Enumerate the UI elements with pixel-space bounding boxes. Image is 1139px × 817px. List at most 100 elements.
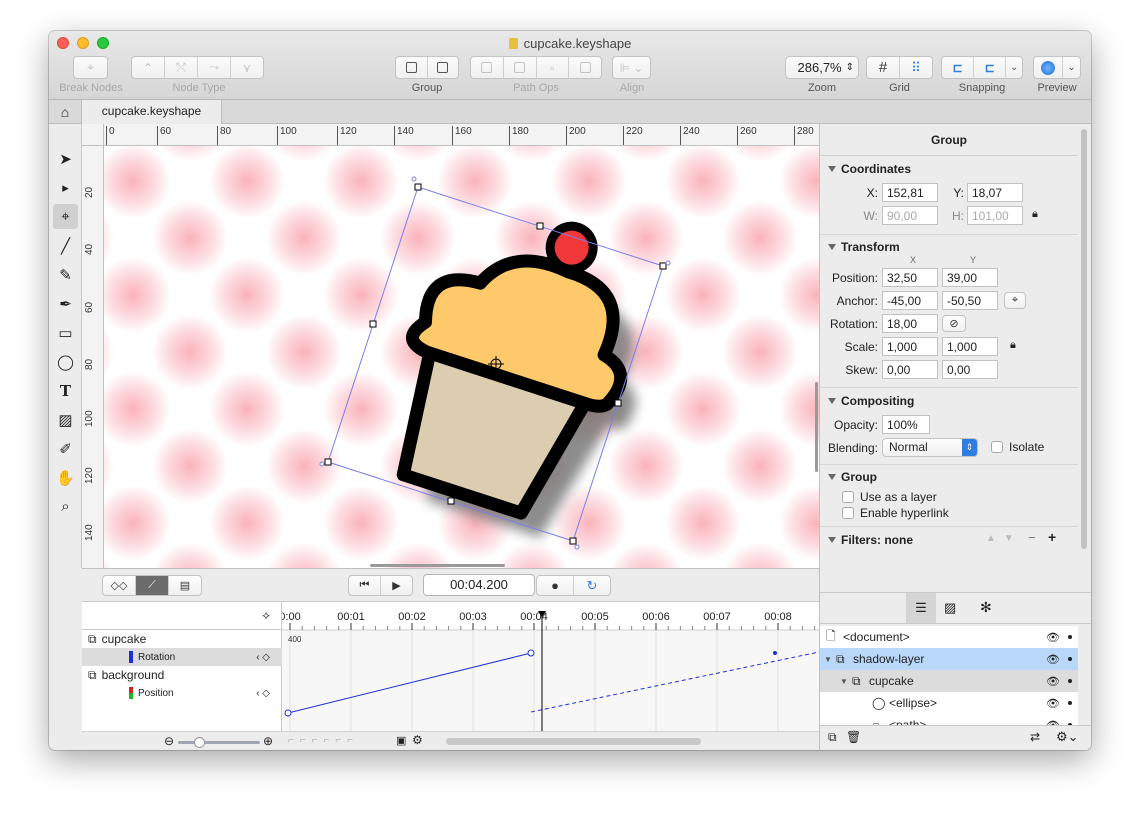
grid-icon[interactable]: #: [867, 57, 899, 78]
easing-mode-icon[interactable]: ▤: [168, 576, 201, 595]
rewind-icon[interactable]: ⏮: [349, 576, 380, 595]
pencil-tool-icon[interactable]: ✎: [53, 262, 78, 287]
position-y-field[interactable]: 39,00: [942, 268, 998, 287]
filter-order-icons[interactable]: ▲▼: [986, 533, 1022, 544]
skew-y-field[interactable]: 0,00: [942, 360, 998, 379]
checkbox-box[interactable]: [842, 507, 854, 519]
current-time-field[interactable]: 00:04.200: [423, 574, 535, 596]
rectangle-tool-icon[interactable]: ▭: [53, 320, 78, 345]
timeline-zoom-slider[interactable]: [178, 741, 260, 744]
visibility-eye-icon[interactable]: 👁︎: [1046, 697, 1060, 710]
lock-dot-icon[interactable]: [1068, 679, 1072, 683]
exclude-icon[interactable]: [568, 57, 601, 78]
ellipse-tool-icon[interactable]: ◯: [53, 349, 78, 374]
enable-hyperlink-checkbox[interactable]: Enable hyperlink: [842, 506, 949, 520]
keyframes-mode-icon[interactable]: ◇◇: [103, 576, 135, 595]
checkbox-box[interactable]: [991, 441, 1003, 453]
snapping-buttons[interactable]: ⊏ ⊏ ⌄: [941, 56, 1023, 79]
lock-dot-icon[interactable]: [1068, 657, 1072, 661]
select-tool-icon[interactable]: ➤: [53, 146, 78, 171]
group-buttons[interactable]: [395, 56, 459, 79]
node-select-tool-icon[interactable]: ▸: [53, 175, 78, 200]
timeline-scrollbar[interactable]: [446, 738, 701, 745]
layer-row[interactable]: ◯ <ellipse> 👁︎: [820, 692, 1078, 714]
zoom-out-icon[interactable]: ⊖: [164, 734, 174, 748]
isolate-checkbox[interactable]: Isolate: [991, 440, 1044, 454]
center-anchor-button[interactable]: ⌖: [1004, 292, 1026, 309]
inspector-scrollbar[interactable]: [1081, 129, 1087, 549]
visibility-eye-icon[interactable]: 👁︎: [1046, 653, 1060, 666]
subtract-icon[interactable]: [502, 57, 536, 78]
anchor-tool-icon[interactable]: ⌖: [53, 204, 78, 229]
break-nodes-button[interactable]: ⌖: [73, 56, 108, 79]
eyedropper-tool-icon[interactable]: ✐: [53, 436, 78, 461]
swap-icon[interactable]: ⇄: [1030, 730, 1040, 744]
x-field[interactable]: 152,81: [882, 183, 938, 202]
grid-buttons[interactable]: # ⠿: [866, 56, 933, 79]
home-tab[interactable]: ⌂: [49, 100, 82, 123]
y-field[interactable]: 18,07: [967, 183, 1023, 202]
play-icon[interactable]: ▶: [380, 576, 412, 595]
rotation-curve[interactable]: [287, 652, 532, 714]
anchor-x-field[interactable]: -45,00: [882, 291, 938, 310]
disclosure-triangle-icon[interactable]: ▼: [824, 655, 832, 664]
record-icon[interactable]: ●: [537, 576, 573, 595]
zoom-field[interactable]: 286,7% ⇕: [785, 56, 859, 79]
pen-tool-icon[interactable]: ✒: [53, 291, 78, 316]
preview-menu-icon[interactable]: ⌄: [1062, 57, 1080, 78]
playback-buttons[interactable]: ⏮ ▶: [348, 575, 413, 596]
add-keyframe-icon[interactable]: ⟡: [82, 602, 282, 630]
timeline-zoom-knob[interactable]: [194, 737, 205, 748]
w-field[interactable]: 90,00: [882, 206, 938, 225]
assets-icon[interactable]: ▨: [944, 600, 956, 616]
checkbox-box[interactable]: [842, 491, 854, 503]
vertical-scrollbar[interactable]: [815, 382, 818, 472]
snap-to-objects-icon[interactable]: ⊏: [973, 57, 1005, 78]
layer-row[interactable]: ▼ ⧉ shadow-layer 👁︎: [820, 648, 1078, 670]
settings-gear-icon[interactable]: ⚙⌄: [1056, 729, 1079, 745]
lock-dot-icon[interactable]: [1068, 701, 1072, 705]
lock-dot-icon[interactable]: [1068, 635, 1072, 639]
h-field[interactable]: 101,00: [967, 206, 1023, 225]
timeline-graph[interactable]: 0:00 00:01 00:02 00:03 00:04 00:05 00:06 00:07 0…: [282, 602, 819, 731]
keyframe-handle[interactable]: [284, 709, 292, 717]
zoom-stepper-icon[interactable]: ⇕: [846, 62, 854, 73]
zoom-tool-icon[interactable]: ⌕: [53, 494, 78, 519]
node-mirrored-icon[interactable]: ⤲: [164, 57, 197, 78]
group-icon[interactable]: [396, 57, 427, 78]
anchor-y-field[interactable]: -50,50: [942, 291, 998, 310]
disclosure-triangle-icon[interactable]: ▼: [840, 677, 848, 686]
image-tool-icon[interactable]: ▨: [53, 407, 78, 432]
easing-preset-icons[interactable]: ⌐⌐⌐⌐⌐⌐: [288, 735, 359, 746]
timeline-mode-buttons[interactable]: ◇◇ ⟋ ▤: [102, 575, 202, 596]
use-as-layer-checkbox[interactable]: Use as a layer: [842, 490, 937, 504]
text-tool-icon[interactable]: T: [53, 378, 78, 403]
line-tool-icon[interactable]: ╱: [53, 233, 78, 258]
scale-lock-icon[interactable]: 🔒︎: [1010, 339, 1016, 352]
visibility-eye-icon[interactable]: 👁︎: [1046, 675, 1060, 688]
loop-icon[interactable]: ↻: [573, 576, 610, 595]
easing-curve-icon[interactable]: ▣: [396, 734, 406, 747]
path-ops-buttons[interactable]: ▫: [470, 56, 602, 79]
intersect-icon[interactable]: ▫: [535, 57, 569, 78]
symbols-icon[interactable]: ✻: [980, 599, 992, 616]
node-type-buttons[interactable]: ⌃ ⤲ ⤳ ⋎: [131, 56, 264, 79]
artboard[interactable]: [104, 146, 819, 568]
union-icon[interactable]: [471, 57, 503, 78]
zoom-in-icon[interactable]: ⊕: [263, 734, 273, 748]
remove-filter-icon[interactable]: −: [1028, 530, 1036, 545]
skew-x-field[interactable]: 0,00: [882, 360, 938, 379]
track-background[interactable]: ⧉ background: [82, 666, 282, 684]
align-menu[interactable]: ⊫ ⌄: [612, 56, 651, 79]
opacity-field[interactable]: 100%: [882, 415, 930, 434]
keyframe-nav-icon[interactable]: ‹ ◇: [256, 652, 270, 663]
keyframe-nav-icon[interactable]: ‹ ◇: [256, 688, 270, 699]
new-layer-icon[interactable]: ⧉: [828, 730, 837, 745]
record-loop-buttons[interactable]: ● ↻: [536, 575, 611, 596]
snap-to-grid-icon[interactable]: ⊏: [942, 57, 973, 78]
track-cupcake[interactable]: ⧉ cupcake: [82, 630, 282, 648]
filters-section[interactable]: Filters: none: [828, 533, 913, 547]
scale-x-field[interactable]: 1,000: [882, 337, 938, 356]
layers-list-icon[interactable]: ☰: [906, 593, 936, 623]
preview-safari-icon[interactable]: [1034, 57, 1062, 78]
